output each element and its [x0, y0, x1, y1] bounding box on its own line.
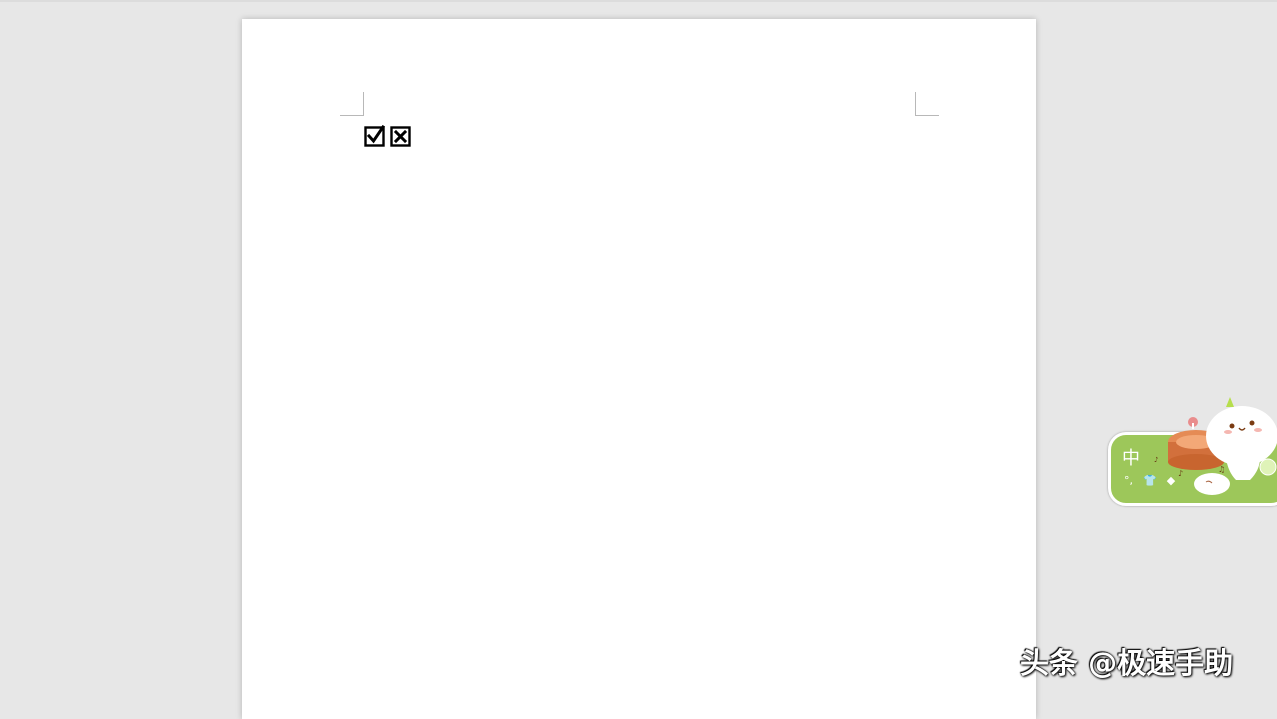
- ime-tool-icons: °, 👕 ◆: [1124, 474, 1175, 487]
- svg-text:♪: ♪: [1178, 469, 1183, 478]
- crossed-box-symbol[interactable]: [390, 125, 412, 147]
- top-border: [0, 0, 1277, 2]
- svg-text:♪: ♪: [1154, 456, 1158, 464]
- skin-shirt-icon[interactable]: 👕: [1143, 474, 1157, 487]
- document-page[interactable]: [242, 19, 1036, 719]
- symbol-line[interactable]: [364, 124, 412, 148]
- margin-marker-top-right: [915, 92, 939, 116]
- svg-text:♫: ♫: [1218, 465, 1225, 474]
- ime-mode-label[interactable]: 中: [1122, 444, 1140, 470]
- margin-marker-top-left: [340, 92, 364, 116]
- ime-toolbar[interactable]: ♪ ♫ ♪ 中 °, 👕 ◆: [1108, 392, 1277, 506]
- toolbox-icon[interactable]: ◆: [1167, 474, 1175, 487]
- watermark-text: 头条 @极速手助: [1020, 646, 1234, 680]
- checked-box-symbol[interactable]: [364, 125, 386, 147]
- punctuation-icon[interactable]: °,: [1124, 474, 1133, 487]
